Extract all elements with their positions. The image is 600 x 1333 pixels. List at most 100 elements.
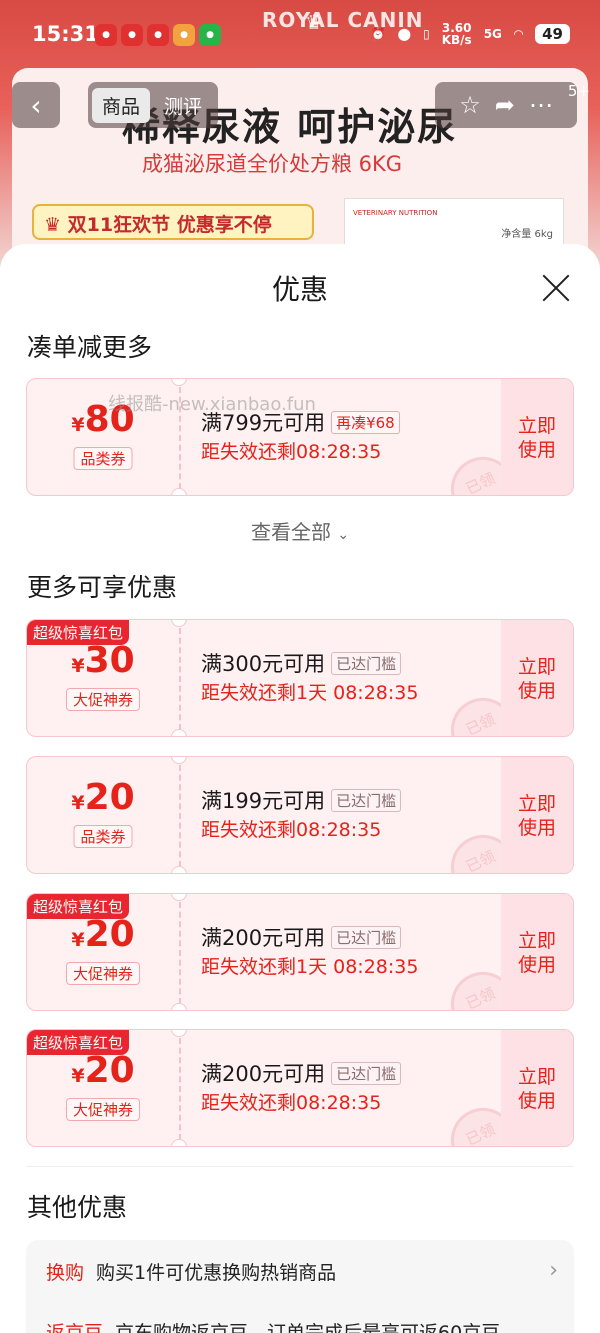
use-coupon-button[interactable]: 立即 使用 — [501, 894, 573, 1010]
use-coupon-button[interactable]: 立即 使用 — [501, 1030, 573, 1146]
coupon-notch — [171, 488, 187, 495]
currency-symbol: ¥ — [71, 929, 85, 951]
coupon-condition-text: 满200元可用 — [201, 1062, 326, 1086]
box-logo: VETERINARY NUTRITION — [353, 209, 438, 217]
coupon-card: ¥20 品类券 满199元可用 已达门槛 距失效还剩08:28:35 已领 立即使… — [26, 756, 574, 874]
use-label: 使用 — [517, 817, 556, 839]
other-offer-beans[interactable]: 返京豆 京东购物返京豆，订单完成后最高可返60京豆 — [46, 1318, 500, 1333]
coupon-card: ¥20 大促神券 超级惊喜红包 满200元可用 已达门槛 距失效还剩08:28:3… — [26, 1029, 574, 1147]
coupon-amount: ¥30 — [27, 640, 179, 681]
sheet-title: 优惠 — [271, 273, 328, 306]
coupon-amount-value: 30 — [84, 640, 135, 681]
coupon-value-area: ¥20 品类券 — [27, 757, 179, 873]
use-coupon-button[interactable]: 立即 使用 — [501, 757, 573, 873]
coupon-divider — [179, 1038, 181, 1140]
section-title-more-offers: 更多可享优惠 — [27, 573, 178, 602]
use-label: 立即 — [517, 930, 556, 952]
coupon-status-badge: 再凑¥68 — [331, 411, 400, 434]
coupon-amount: ¥20 — [27, 914, 179, 955]
currency-symbol: ¥ — [71, 792, 85, 814]
coupon-status-badge: 已达门槛 — [331, 789, 402, 812]
coupon-card: ¥30 大促神券 超级惊喜红包 满300元可用 已达门槛 距失效还剩1天 08:2… — [26, 619, 574, 737]
banner-promo-text: 双11狂欢节 优惠享不停 — [67, 214, 272, 236]
watermark: 线报酷-new.xianbao.fun — [108, 394, 316, 415]
coupon-tag: 超级惊喜红包 — [27, 1030, 130, 1055]
chevron-right-icon[interactable]: › — [549, 1258, 558, 1283]
use-label: 立即 — [517, 656, 556, 678]
notification-app-icon: ● — [121, 24, 143, 46]
use-coupon-button[interactable]: 立即 使用 — [501, 620, 573, 736]
more-icon[interactable]: ⋯ — [529, 91, 553, 119]
coupon-amount-value: 20 — [84, 914, 135, 955]
use-label: 使用 — [517, 1090, 556, 1112]
coupon-status-badge: 已达门槛 — [331, 1062, 402, 1085]
divider — [26, 1166, 574, 1167]
coupon-condition: 满200元可用 已达门槛 — [201, 922, 402, 952]
coupon-divider — [179, 628, 181, 730]
offer-text: 购买1件可优惠换购热销商品 — [96, 1262, 337, 1284]
notification-app-icon: ● — [199, 24, 221, 46]
coupon-type: 品类券 — [73, 447, 133, 470]
view-all-label: 查看全部 — [250, 520, 331, 544]
coupon-type: 大促神券 — [65, 688, 141, 711]
coupon-notch — [171, 866, 187, 873]
use-label: 使用 — [517, 439, 556, 461]
location-icon: ⬤ — [397, 27, 412, 41]
use-coupon-button[interactable]: 立即 使用 — [501, 379, 573, 495]
share-icon[interactable]: ➦ — [495, 91, 515, 119]
message-badge: 5+ — [567, 82, 590, 100]
coupon-type: 品类券 — [73, 825, 133, 848]
notification-app-icon: ● — [147, 24, 169, 46]
tab-product[interactable]: 商品 — [92, 87, 151, 123]
coupon-card: ¥20 大促神券 超级惊喜红包 满200元可用 已达门槛 距失效还剩1天 08:2… — [26, 893, 574, 1011]
coupon-expiry: 距失效还剩1天 08:28:35 — [201, 682, 419, 704]
nav-tabs: 商品 测评 — [88, 82, 218, 128]
use-label: 使用 — [517, 680, 556, 702]
net-speed: 3.60 KB/s — [442, 22, 472, 46]
star-icon[interactable]: ☆ — [459, 91, 481, 119]
box-label: 净含量 6kg — [501, 229, 553, 240]
coupon-notch — [171, 1003, 187, 1010]
coupon-divider — [179, 902, 181, 1004]
currency-symbol: ¥ — [71, 1065, 85, 1087]
other-offers-box: 换购 购买1件可优惠换购热销商品 › 返京豆 京东购物返京豆，订单完成后最高可返60… — [26, 1240, 574, 1333]
other-offer-trade-in[interactable]: 换购 购买1件可优惠换购热销商品 — [46, 1258, 336, 1285]
offer-key: 换购 — [46, 1262, 85, 1284]
coupon-tag: 超级惊喜红包 — [27, 620, 130, 645]
status-app-icons: ● ● ● ● ● — [95, 24, 221, 46]
vibrate-icon: ▯ — [423, 27, 430, 41]
use-label: 使用 — [517, 954, 556, 976]
section-title-other-offers: 其他优惠 — [27, 1193, 128, 1222]
coupon-expiry: 距失效还剩08:28:35 — [201, 441, 382, 463]
coupon-type: 大促神券 — [65, 1098, 141, 1121]
coupon-condition-text: 满199元可用 — [201, 789, 326, 813]
currency-symbol: ¥ — [71, 414, 85, 436]
coupon-condition: 满199元可用 已达门槛 — [201, 785, 402, 815]
status-indicators: ⏰ ⬤ ▯ 3.60 KB/s 5G ◠ 49 — [371, 22, 570, 46]
status-bar: 15:31 ● ● ● ● ● ♛ ROYAL CANIN ⏰ ⬤ ▯ 3.60… — [0, 0, 600, 70]
view-all-link[interactable]: 查看全部 ⌄ — [0, 516, 600, 545]
close-icon[interactable] — [536, 268, 576, 308]
offer-key: 返京豆 — [46, 1322, 104, 1333]
net-speed-unit: KB/s — [441, 33, 472, 47]
coupon-tag: 超级惊喜红包 — [27, 894, 130, 919]
chevron-down-icon: ⌄ — [337, 527, 350, 543]
tab-review[interactable]: 测评 — [164, 92, 202, 119]
coupon-notch — [171, 1139, 187, 1146]
coupon-amount-value: 20 — [84, 1050, 135, 1091]
back-button[interactable]: ‹ — [12, 82, 60, 128]
coupon-sheet: 优惠 凑单减更多 ¥80 品类券 满799元可用 再凑¥68 距失效还剩08:28… — [0, 244, 600, 1333]
coupon-divider — [179, 765, 181, 867]
coupon-amount: ¥20 — [27, 777, 179, 818]
use-label: 立即 — [517, 1066, 556, 1088]
notification-app-icon: ● — [173, 24, 195, 46]
coupon-expiry: 距失效还剩1天 08:28:35 — [201, 956, 419, 978]
coupon-status-badge: 已达门槛 — [331, 652, 402, 675]
banner-subtitle: 成猫泌尿道全价处方粮 6KG — [142, 152, 403, 176]
use-label: 立即 — [517, 793, 556, 815]
coupon-condition: 满300元可用 已达门槛 — [201, 648, 402, 678]
coupon-condition-text: 满300元可用 — [201, 652, 326, 676]
coupon-amount-value: 20 — [84, 777, 135, 818]
product-page-background: 稀释尿液 呵护泌尿 成猫泌尿道全价处方粮 6KG ♛ 双11狂欢节 优惠享不停 … — [0, 0, 600, 270]
coupon-notch — [171, 729, 187, 736]
